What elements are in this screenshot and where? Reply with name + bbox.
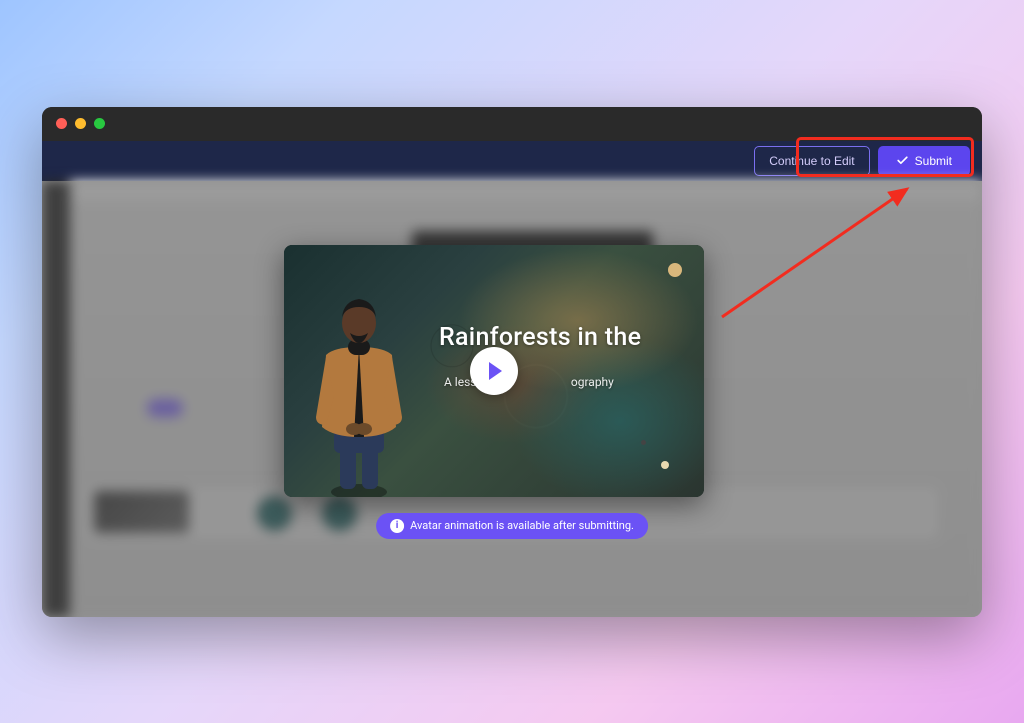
window-maximize-button[interactable] xyxy=(94,118,105,129)
play-button[interactable] xyxy=(470,347,518,395)
decorative-dot xyxy=(668,263,682,277)
info-banner: i Avatar animation is available after su… xyxy=(376,513,648,539)
submit-label: Submit xyxy=(915,154,952,168)
play-icon xyxy=(489,362,502,380)
info-icon: i xyxy=(390,519,404,533)
window-minimize-button[interactable] xyxy=(75,118,86,129)
video-preview-card: Rainforests in the A lesser ography xyxy=(284,245,704,497)
continue-to-edit-label: Continue to Edit xyxy=(769,154,854,168)
continue-to-edit-button[interactable]: Continue to Edit xyxy=(754,146,869,176)
top-toolbar: Continue to Edit Submit xyxy=(42,141,982,181)
window-close-button[interactable] xyxy=(56,118,67,129)
info-banner-text: Avatar animation is available after subm… xyxy=(410,519,634,532)
avatar-presenter xyxy=(284,277,434,497)
decorative-dot xyxy=(661,461,669,469)
submit-button[interactable]: Submit xyxy=(878,146,970,176)
content-area: Rainforests in the A lesser ography i Av… xyxy=(42,181,982,617)
check-icon xyxy=(896,154,909,167)
app-window: Continue to Edit Submit xyxy=(42,107,982,617)
preview-title: Rainforests in the xyxy=(439,323,684,352)
decorative-dot xyxy=(641,440,646,445)
window-titlebar xyxy=(42,107,982,141)
